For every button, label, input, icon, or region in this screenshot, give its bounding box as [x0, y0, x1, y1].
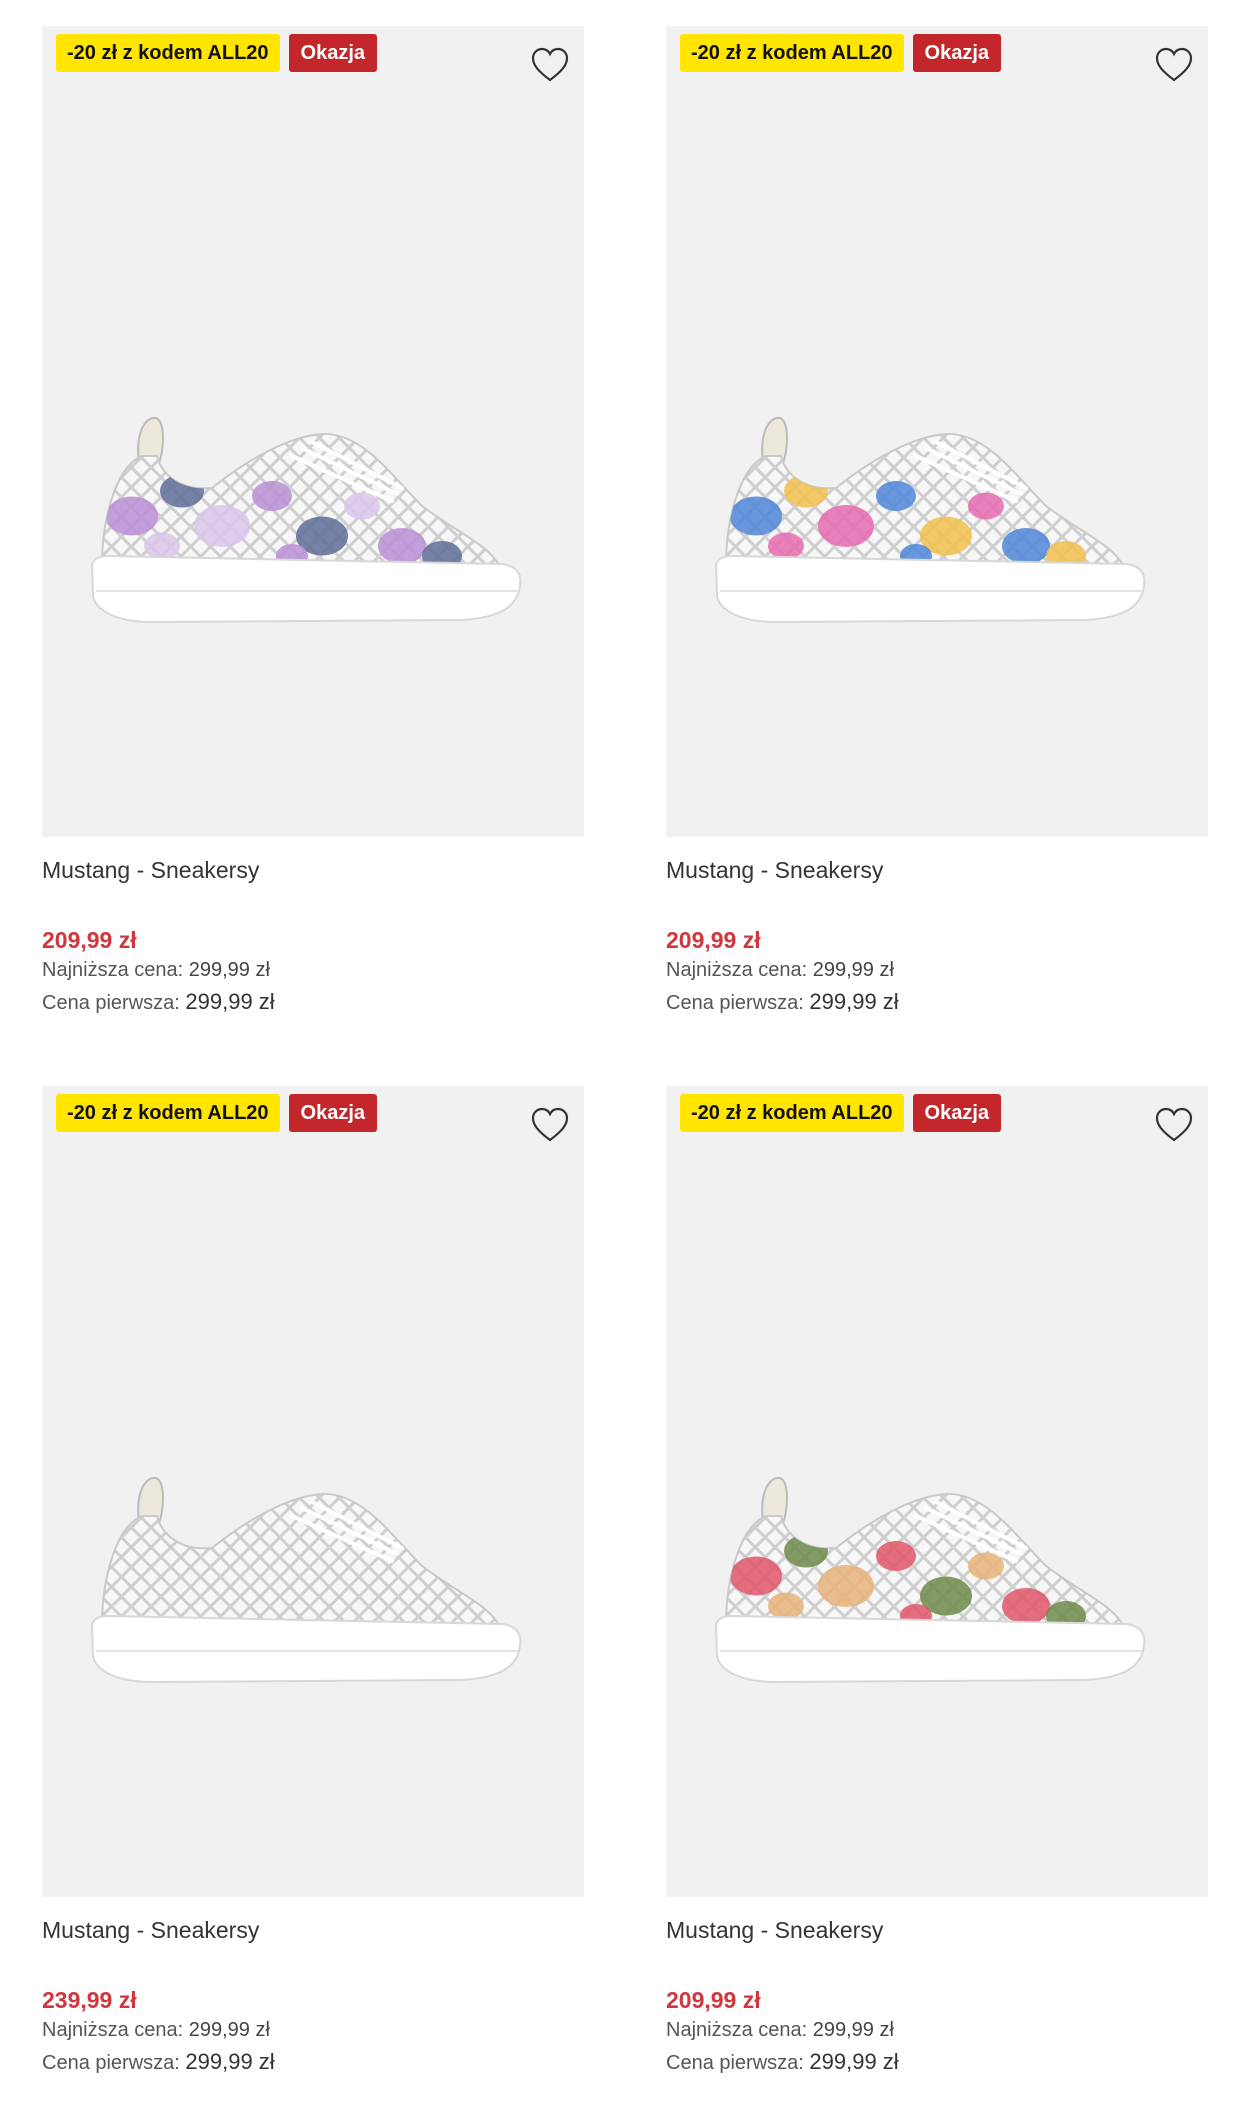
- sneaker-image: [62, 396, 562, 696]
- sneaker-image: [62, 1456, 562, 1756]
- lowest-price-label: Najniższa cena:: [666, 959, 808, 981]
- lowest-price-value: 299,99 zł: [812, 959, 894, 981]
- sale-price: 209,99 zł: [666, 1987, 761, 2013]
- badge-group: -20 zł z kodem ALL20 Okazja: [56, 34, 378, 72]
- product-title[interactable]: Mustang - Sneakersy: [666, 855, 1208, 885]
- first-price-label: Cena pierwsza:: [42, 2052, 180, 2074]
- first-price-value: 299,99 zł: [809, 2049, 899, 2074]
- product-title[interactable]: Mustang - Sneakersy: [42, 1915, 584, 1945]
- first-price-label: Cena pierwsza:: [666, 992, 804, 1014]
- sneaker-image: [686, 1456, 1186, 1756]
- deal-badge: Okazja: [288, 34, 378, 72]
- lowest-price-label: Najniższa cena:: [42, 2019, 184, 2041]
- heart-icon[interactable]: [530, 46, 570, 84]
- product-title[interactable]: Mustang - Sneakersy: [42, 855, 584, 885]
- product-image[interactable]: -20 zł z kodem ALL20 Okazja: [42, 1086, 584, 1897]
- badge-group: -20 zł z kodem ALL20 Okazja: [680, 34, 1002, 72]
- sale-price: 209,99 zł: [666, 927, 761, 953]
- badge-group: -20 zł z kodem ALL20 Okazja: [680, 1094, 1002, 1132]
- first-price-row: Cena pierwsza: 299,99 zł: [42, 2046, 584, 2079]
- product-image[interactable]: -20 zł z kodem ALL20 Okazja: [666, 1086, 1208, 1897]
- sneaker-image: [686, 396, 1186, 696]
- first-price-row: Cena pierwsza: 299,99 zł: [666, 986, 1208, 1019]
- lowest-price-label: Najniższa cena:: [666, 2019, 808, 2041]
- product-card[interactable]: -20 zł z kodem ALL20 Okazja Mustang - Sn…: [42, 1086, 584, 2079]
- lowest-price-value: 299,99 zł: [812, 2019, 894, 2041]
- product-image[interactable]: -20 zł z kodem ALL20 Okazja: [42, 26, 584, 837]
- promo-code-badge: -20 zł z kodem ALL20: [680, 34, 904, 72]
- product-card[interactable]: -20 zł z kodem ALL20 Okazja Mustang - Sn…: [666, 1086, 1208, 2079]
- product-card[interactable]: -20 zł z kodem ALL20 Okazja Mustang - Sn…: [42, 26, 584, 1019]
- first-price-label: Cena pierwsza:: [666, 2052, 804, 2074]
- product-grid: -20 zł z kodem ALL20 Okazja Mustang - Sn…: [0, 0, 1250, 2123]
- promo-code-badge: -20 zł z kodem ALL20: [680, 1094, 904, 1132]
- first-price-value: 299,99 zł: [809, 989, 899, 1014]
- badge-group: -20 zł z kodem ALL20 Okazja: [56, 1094, 378, 1132]
- promo-code-badge: -20 zł z kodem ALL20: [56, 1094, 280, 1132]
- product-card[interactable]: -20 zł z kodem ALL20 Okazja Mustang - Sn…: [666, 26, 1208, 1019]
- first-price-row: Cena pierwsza: 299,99 zł: [42, 986, 584, 1019]
- deal-badge: Okazja: [288, 1094, 378, 1132]
- promo-code-badge: -20 zł z kodem ALL20: [56, 34, 280, 72]
- heart-icon[interactable]: [530, 1106, 570, 1144]
- sale-price: 209,99 zł: [42, 927, 137, 953]
- lowest-price-row: Najniższa cena: 299,99 zł: [666, 955, 1208, 986]
- first-price-value: 299,99 zł: [185, 2049, 275, 2074]
- lowest-price-row: Najniższa cena: 299,99 zł: [666, 2015, 1208, 2046]
- sale-price: 239,99 zł: [42, 1987, 137, 2013]
- lowest-price-label: Najniższa cena:: [42, 959, 184, 981]
- first-price-row: Cena pierwsza: 299,99 zł: [666, 2046, 1208, 2079]
- deal-badge: Okazja: [912, 1094, 1002, 1132]
- lowest-price-value: 299,99 zł: [188, 959, 270, 981]
- first-price-label: Cena pierwsza:: [42, 992, 180, 1014]
- heart-icon[interactable]: [1154, 1106, 1194, 1144]
- lowest-price-row: Najniższa cena: 299,99 zł: [42, 2015, 584, 2046]
- deal-badge: Okazja: [912, 34, 1002, 72]
- lowest-price-value: 299,99 zł: [188, 2019, 270, 2041]
- product-title[interactable]: Mustang - Sneakersy: [666, 1915, 1208, 1945]
- lowest-price-row: Najniższa cena: 299,99 zł: [42, 955, 584, 986]
- product-image[interactable]: -20 zł z kodem ALL20 Okazja: [666, 26, 1208, 837]
- heart-icon[interactable]: [1154, 46, 1194, 84]
- first-price-value: 299,99 zł: [185, 989, 275, 1014]
